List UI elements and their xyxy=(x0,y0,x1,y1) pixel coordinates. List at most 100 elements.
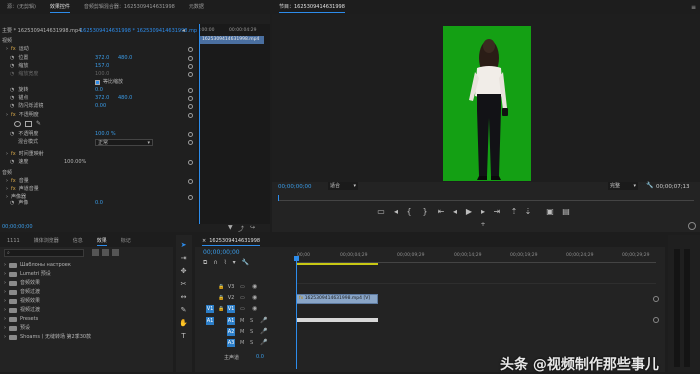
tab-program[interactable]: 节目：1625309414631998 xyxy=(272,0,352,14)
stopwatch-icon[interactable]: ◔ xyxy=(10,87,14,94)
ripple-edit-tool-icon[interactable]: ✥ xyxy=(179,267,188,276)
pen-mask-icon[interactable]: ✎ xyxy=(36,121,41,127)
reset-icon[interactable] xyxy=(188,132,193,137)
add-button-icon[interactable]: + xyxy=(478,220,488,230)
program-viewer[interactable] xyxy=(272,14,700,182)
effect-timecode[interactable]: 00;00;00;00 xyxy=(2,224,33,230)
microphone-icon[interactable]: 🎤 xyxy=(260,328,267,335)
track-select-tool-icon[interactable]: ⇥ xyxy=(179,254,188,263)
track-label-v1[interactable]: V1 xyxy=(227,305,235,313)
master-clip-label[interactable]: 主要 * 1625309414631998.mp4 xyxy=(2,28,81,35)
step-back-icon[interactable]: ◂ xyxy=(450,207,460,217)
track-label-a2[interactable]: A2 xyxy=(227,328,235,336)
collapse-icon[interactable]: ◂ xyxy=(182,27,190,35)
mini-clip-bar[interactable]: 1625309414631998.mp4 xyxy=(200,36,264,44)
opacity-effect[interactable]: › fx 不透明度 xyxy=(6,112,39,119)
sync-lock-icon[interactable]: ▭ xyxy=(240,284,245,290)
snap-icon[interactable]: ∩ xyxy=(213,259,217,267)
speed-value[interactable]: 100.00% xyxy=(64,159,86,166)
lift-icon[interactable]: ⇡ xyxy=(509,207,519,217)
anchor-x-value[interactable]: 372.0 xyxy=(95,95,109,102)
reset-icon[interactable] xyxy=(188,160,193,165)
reset-icon[interactable] xyxy=(188,47,193,52)
bin-item[interactable]: › 预设 xyxy=(4,324,30,333)
bin-item[interactable]: › Presets xyxy=(4,315,38,324)
audio-clip[interactable] xyxy=(296,318,378,322)
reset-icon[interactable] xyxy=(188,88,193,93)
timeline-timecode[interactable]: 00;00;00;00 xyxy=(203,249,240,256)
anchor-y-value[interactable]: 480.0 xyxy=(118,95,132,102)
stopwatch-icon[interactable]: ◔ xyxy=(10,131,14,138)
channel-volume-effect[interactable]: › fx 声道音量 xyxy=(6,186,39,193)
filter-icon[interactable]: ▼ xyxy=(228,224,233,231)
type-tool-icon[interactable]: T xyxy=(179,332,188,341)
opacity-value[interactable]: 100.0 % xyxy=(95,131,116,138)
play-icon[interactable]: ▶ xyxy=(464,207,474,217)
step-forward-icon[interactable]: ▸ xyxy=(478,207,488,217)
mute-button[interactable]: M xyxy=(240,340,244,346)
mute-button[interactable]: M xyxy=(240,329,244,335)
tab-audio-mixer[interactable]: 音频剪辑混合器：1625309414631998 xyxy=(77,0,182,14)
stopwatch-icon[interactable]: ◔ xyxy=(10,63,14,70)
export-icon[interactable]: ⤴ xyxy=(238,224,244,232)
extract-icon[interactable]: ⇣ xyxy=(523,207,533,217)
reset-icon[interactable] xyxy=(188,96,193,101)
bin-item[interactable]: › 视频效果 xyxy=(4,297,40,306)
marker-icon[interactable]: ▭ xyxy=(376,207,386,217)
ellipse-mask-icon[interactable] xyxy=(14,121,21,127)
go-to-icon[interactable]: ↪ xyxy=(250,224,255,231)
razor-tool-icon[interactable]: ✂ xyxy=(179,280,188,289)
volume-effect[interactable]: › fx 音量 xyxy=(6,178,29,185)
go-to-out-icon[interactable]: ⇥ xyxy=(492,207,502,217)
tab-markers[interactable]: 标记 xyxy=(114,235,138,247)
scroll-handle[interactable] xyxy=(688,222,696,230)
tab-metadata[interactable]: 元数据 xyxy=(182,0,211,14)
sync-lock-icon[interactable]: ▭ xyxy=(240,306,245,312)
tab-effect-controls[interactable]: 效果控件 xyxy=(43,0,77,14)
program-scrub-bar[interactable] xyxy=(278,195,694,201)
stopwatch-icon[interactable]: ◔ xyxy=(10,200,14,207)
tab-project[interactable]: 1111 xyxy=(0,235,27,247)
reset-icon[interactable] xyxy=(188,140,193,145)
hand-tool-icon[interactable]: ✋ xyxy=(179,319,188,328)
reset-icon[interactable] xyxy=(188,113,193,118)
tab-source[interactable]: 源：(无剪辑) xyxy=(0,0,43,14)
position-x-value[interactable]: 372.0 xyxy=(95,55,109,62)
source-patch-a1[interactable]: A1 xyxy=(206,317,214,325)
sync-lock-icon[interactable]: ▭ xyxy=(240,295,245,301)
pen-tool-icon[interactable]: ✎ xyxy=(179,306,188,315)
video-clip[interactable]: fx 1625309414631998.mp4 [V] xyxy=(296,294,378,304)
solo-button[interactable]: S xyxy=(250,318,253,324)
compare-icon[interactable]: ▤ xyxy=(561,207,571,217)
reset-icon[interactable] xyxy=(188,56,193,61)
checkbox-icon[interactable] xyxy=(95,80,100,85)
wrench-icon[interactable]: 🔧 xyxy=(646,182,653,189)
playhead-handle[interactable] xyxy=(294,256,299,261)
bin-item[interactable]: › Lumetri 预设 xyxy=(4,270,51,279)
linked-selection-icon[interactable]: ⌇ xyxy=(224,259,227,267)
time-remap-effect[interactable]: › fx 时间重映射 xyxy=(6,151,44,158)
track-label-a3[interactable]: A3 xyxy=(227,339,235,347)
program-timecode[interactable]: 00;00;00;00 xyxy=(278,184,312,190)
tab-sequence[interactable]: × 1625309414631998 xyxy=(195,235,267,247)
bin-item[interactable]: › 视频过渡 xyxy=(4,306,40,315)
eye-icon[interactable]: ◉ xyxy=(252,283,257,290)
position-y-value[interactable]: 480.0 xyxy=(118,55,132,62)
add-marker-icon[interactable]: ◂ xyxy=(391,207,401,217)
blend-mode-select[interactable]: 正常 ▾ xyxy=(95,139,153,146)
lock-icon[interactable]: 🔒 xyxy=(218,283,226,291)
32bit-effects-icon[interactable] xyxy=(102,249,109,256)
mark-out-icon[interactable]: } xyxy=(420,207,430,217)
tab-effects[interactable]: 效果 xyxy=(90,235,114,247)
scale-value[interactable]: 157.0 xyxy=(95,63,109,70)
reset-icon[interactable] xyxy=(188,104,193,109)
uniform-scale-checkbox[interactable]: 等比缩放 xyxy=(95,79,123,86)
add-marker-icon[interactable]: ▾ xyxy=(233,259,236,267)
effects-search-input[interactable]: ⌕ xyxy=(4,249,84,257)
tab-media-browser[interactable]: 媒体浏览器 xyxy=(27,235,66,247)
timeline-playhead[interactable] xyxy=(296,256,297,369)
solo-button[interactable]: S xyxy=(250,340,253,346)
effect-timeline[interactable]: :00:00 00:00:04:29 1625309414631998.mp4 xyxy=(197,24,270,224)
stopwatch-icon[interactable]: ◔ xyxy=(10,159,14,166)
slip-tool-icon[interactable]: ↔ xyxy=(179,293,188,302)
